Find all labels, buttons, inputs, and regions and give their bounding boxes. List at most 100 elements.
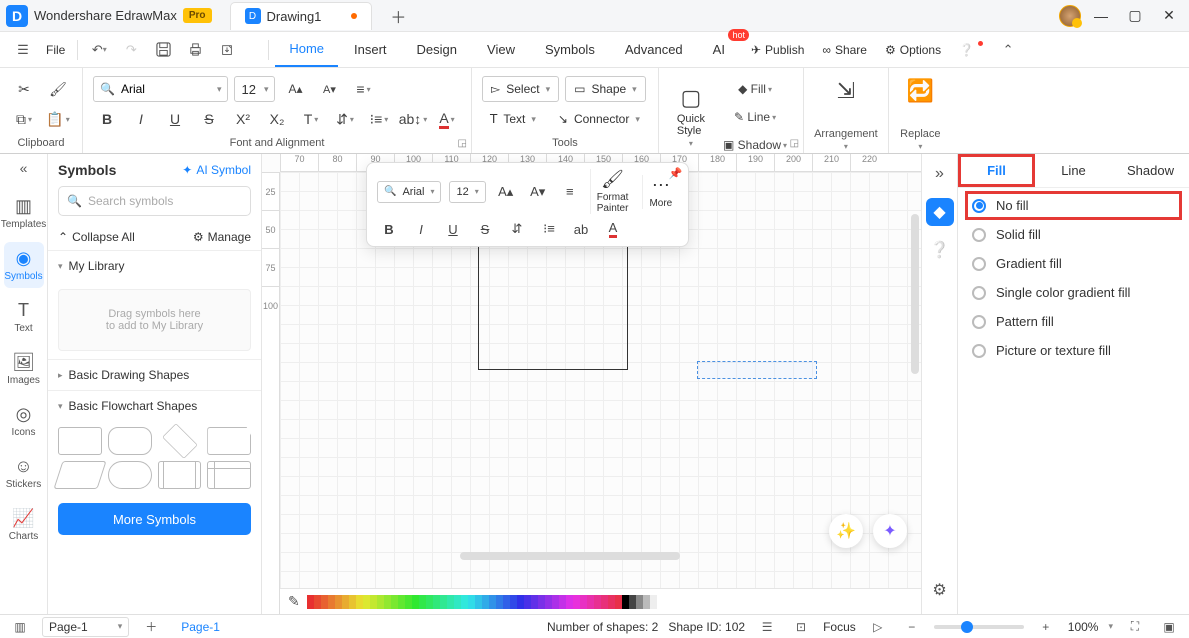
- italic-button[interactable]: I: [127, 106, 155, 132]
- ribbon-tab-design[interactable]: Design: [403, 33, 471, 67]
- document-tab[interactable]: D Drawing1: [230, 2, 373, 30]
- float-decrease-font[interactable]: A▾: [526, 181, 550, 203]
- user-avatar[interactable]: [1059, 5, 1081, 27]
- category-my-library[interactable]: ▾My Library: [48, 250, 261, 281]
- symbol-search[interactable]: 🔍 Search symbols: [58, 186, 251, 216]
- select-tool[interactable]: ▻Select▾: [482, 76, 559, 102]
- window-minimize-button[interactable]: —: [1087, 2, 1115, 30]
- category-basic-flowchart[interactable]: ▾Basic Flowchart Shapes: [48, 390, 261, 421]
- ribbon-tab-ai[interactable]: AIhot: [699, 33, 739, 67]
- fill-option-gradient[interactable]: Gradient fill: [972, 256, 1175, 271]
- help-panel-button[interactable]: ❔: [926, 236, 954, 264]
- copy-button[interactable]: ⧉: [10, 106, 38, 132]
- fill-panel-button[interactable]: ◆: [926, 198, 954, 226]
- print-button[interactable]: [180, 36, 210, 64]
- shape-internal-storage[interactable]: [207, 461, 251, 489]
- replace-button[interactable]: 🔁: [899, 74, 942, 108]
- strikethrough-button[interactable]: S: [195, 106, 223, 132]
- float-format-painter[interactable]: 🖌Format Painter: [590, 169, 635, 214]
- export-button[interactable]: [212, 36, 242, 64]
- focus-label[interactable]: Focus: [823, 620, 856, 634]
- zoom-slider[interactable]: [934, 625, 1024, 629]
- manage-button[interactable]: ⚙Manage: [193, 230, 251, 244]
- collapse-left-rail[interactable]: «: [20, 160, 28, 184]
- prop-tab-fill[interactable]: Fill: [958, 154, 1035, 187]
- increase-font-button[interactable]: A▴: [281, 76, 309, 102]
- save-button[interactable]: [148, 36, 178, 64]
- ribbon-tab-home[interactable]: Home: [275, 33, 338, 67]
- rail-symbols[interactable]: ◉Symbols: [4, 242, 44, 288]
- rail-text[interactable]: TText: [4, 294, 44, 340]
- format-painter-button[interactable]: 🖌: [44, 76, 72, 102]
- ribbon-tab-symbols[interactable]: Symbols: [531, 33, 609, 67]
- options-button[interactable]: ⚙Options: [877, 43, 949, 57]
- zoom-out-button[interactable]: −: [900, 617, 924, 637]
- color-swatches[interactable]: [307, 595, 664, 609]
- float-increase-font[interactable]: A▴: [494, 181, 518, 203]
- fill-dropdown[interactable]: ◆ Fill: [717, 76, 793, 102]
- my-library-dropzone[interactable]: Drag symbols hereto add to My Library: [58, 289, 251, 351]
- share-button[interactable]: ∞Share: [814, 43, 875, 57]
- redo-button[interactable]: ↷: [116, 36, 146, 64]
- styles-dialog-launcher[interactable]: ◲: [790, 138, 799, 149]
- eyedropper-icon[interactable]: ✎: [288, 593, 300, 610]
- font-family-input[interactable]: [121, 82, 211, 96]
- rail-icons[interactable]: ◎Icons: [4, 398, 44, 444]
- window-maximize-button[interactable]: ▢: [1121, 2, 1149, 30]
- file-menu[interactable]: File: [40, 43, 71, 57]
- ribbon-tab-insert[interactable]: Insert: [340, 33, 401, 67]
- qat-customize[interactable]: [244, 36, 262, 64]
- ai-diamond-fab[interactable]: ✦: [873, 514, 907, 548]
- rail-stickers[interactable]: ☺Stickers: [4, 450, 44, 496]
- window-close-button[interactable]: ✕: [1155, 2, 1183, 30]
- font-family-select[interactable]: 🔍 ▾: [93, 76, 228, 102]
- fill-option-no-fill[interactable]: No fill: [968, 194, 1179, 217]
- float-strike[interactable]: S: [473, 218, 497, 240]
- decrease-font-button[interactable]: A▾: [315, 76, 343, 102]
- pin-icon[interactable]: 📌: [669, 167, 683, 180]
- float-spacing[interactable]: ⇵: [505, 218, 529, 240]
- ribbon-tab-view[interactable]: View: [473, 33, 529, 67]
- float-font-select[interactable]: 🔍Arial▾: [377, 181, 441, 203]
- layers-button[interactable]: ☰: [755, 617, 779, 637]
- more-symbols-button[interactable]: More Symbols: [58, 503, 251, 535]
- menu-button[interactable]: ☰: [8, 36, 38, 64]
- fit-page-button[interactable]: ⛶: [1123, 617, 1147, 637]
- clear-format-button[interactable]: T: [297, 106, 325, 132]
- float-list[interactable]: ⁝≡: [537, 218, 561, 240]
- shape-diamond[interactable]: [162, 423, 198, 459]
- fill-option-single-gradient[interactable]: Single color gradient fill: [972, 285, 1175, 300]
- page-tab[interactable]: Page-1: [173, 620, 228, 634]
- fill-option-picture[interactable]: Picture or texture fill: [972, 343, 1175, 358]
- font-size-select[interactable]: 12▾: [234, 76, 275, 102]
- ribbon-tab-advanced[interactable]: Advanced: [611, 33, 697, 67]
- shape-rect[interactable]: [58, 427, 102, 455]
- ai-symbol-button[interactable]: ✦AI Symbol: [182, 163, 251, 177]
- expand-right-panel[interactable]: »: [926, 160, 954, 188]
- shape-parallelogram[interactable]: [53, 461, 106, 489]
- rail-images[interactable]: 🖼Images: [4, 346, 44, 392]
- collapse-ribbon-button[interactable]: ⌃: [993, 36, 1023, 64]
- rail-charts[interactable]: 📈Charts: [4, 502, 44, 548]
- line-dropdown[interactable]: ✎ Line: [717, 104, 793, 130]
- add-page-button[interactable]: ＋: [139, 617, 163, 637]
- float-size-select[interactable]: 12▾: [449, 181, 485, 203]
- paste-button[interactable]: 📋: [44, 106, 72, 132]
- prop-tab-shadow[interactable]: Shadow: [1112, 154, 1189, 187]
- focus-icon[interactable]: ⊡: [789, 617, 813, 637]
- undo-button[interactable]: ↶▾: [84, 36, 114, 64]
- fill-option-solid[interactable]: Solid fill: [972, 227, 1175, 242]
- float-underline[interactable]: U: [441, 218, 465, 240]
- superscript-button[interactable]: X²: [229, 106, 257, 132]
- font-dialog-launcher[interactable]: ◲: [458, 138, 467, 149]
- vertical-scrollbar[interactable]: [911, 214, 919, 374]
- text-edit-selection[interactable]: [697, 361, 817, 379]
- bullet-list-button[interactable]: ⁝≡: [365, 106, 393, 132]
- bold-button[interactable]: B: [93, 106, 121, 132]
- quick-style-button[interactable]: ▢ Quick Style▾: [669, 74, 713, 158]
- line-spacing-button[interactable]: ⇵: [331, 106, 359, 132]
- page-selector[interactable]: Page-1▾: [42, 617, 129, 637]
- align-dropdown[interactable]: ≡: [349, 76, 377, 102]
- float-textdir[interactable]: ab: [569, 218, 593, 240]
- horizontal-scrollbar[interactable]: [460, 552, 680, 560]
